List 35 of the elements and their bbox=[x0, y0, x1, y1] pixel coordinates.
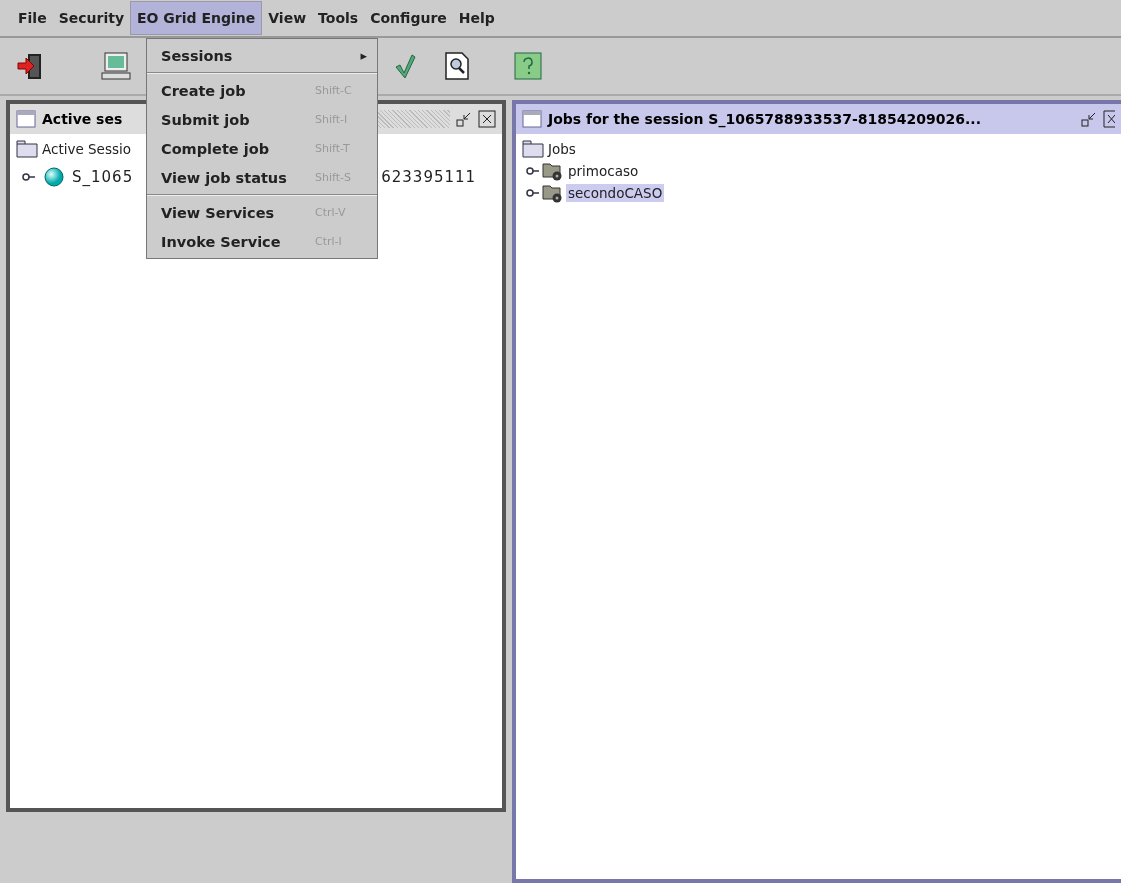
check-icon[interactable] bbox=[394, 53, 416, 79]
folder-icon bbox=[16, 140, 38, 158]
tree-item[interactable]: Jobs bbox=[548, 141, 576, 157]
close-icon[interactable] bbox=[1103, 110, 1115, 128]
computer-icon[interactable] bbox=[100, 50, 132, 82]
sphere-icon bbox=[44, 167, 64, 187]
help-icon[interactable] bbox=[514, 52, 542, 80]
close-icon[interactable] bbox=[478, 110, 496, 128]
folder-gear-icon bbox=[542, 161, 564, 181]
expand-handle-icon[interactable] bbox=[22, 172, 36, 182]
window-title: Active ses bbox=[42, 111, 123, 127]
menu-item[interactable]: File bbox=[12, 2, 53, 34]
tree-item[interactable]: S_1065 bbox=[72, 168, 134, 186]
tree-item[interactable]: Active Sessio bbox=[42, 141, 131, 157]
menu-item[interactable]: Security bbox=[52, 2, 131, 34]
restore-icon[interactable] bbox=[456, 111, 472, 127]
menu-item[interactable]: Tools bbox=[312, 2, 365, 34]
window-icon bbox=[16, 110, 36, 128]
exit-door-icon[interactable] bbox=[16, 51, 44, 81]
tree-item[interactable]: secondoCASO bbox=[566, 184, 665, 202]
menu-item[interactable]: Sessions ▸ bbox=[147, 41, 377, 70]
restore-icon[interactable] bbox=[1081, 111, 1097, 127]
expand-handle-icon[interactable] bbox=[526, 166, 540, 176]
menu-item[interactable]: EO Grid Engine bbox=[130, 1, 263, 35]
folder-gear-icon bbox=[542, 183, 564, 203]
tree-item[interactable]: primocaso bbox=[566, 162, 641, 180]
tree-item-text: 623395111 bbox=[381, 168, 477, 186]
folder-icon bbox=[522, 140, 544, 158]
expand-handle-icon[interactable] bbox=[526, 188, 540, 198]
menu-item[interactable]: Configure bbox=[364, 2, 453, 34]
menu-item[interactable]: Help bbox=[452, 2, 501, 34]
window-icon bbox=[522, 110, 542, 128]
window-title: Jobs for the session S_1065788933537-81854209026... bbox=[548, 111, 982, 127]
menu-item[interactable]: View bbox=[262, 2, 313, 34]
magnifier-document-icon[interactable] bbox=[444, 51, 470, 81]
